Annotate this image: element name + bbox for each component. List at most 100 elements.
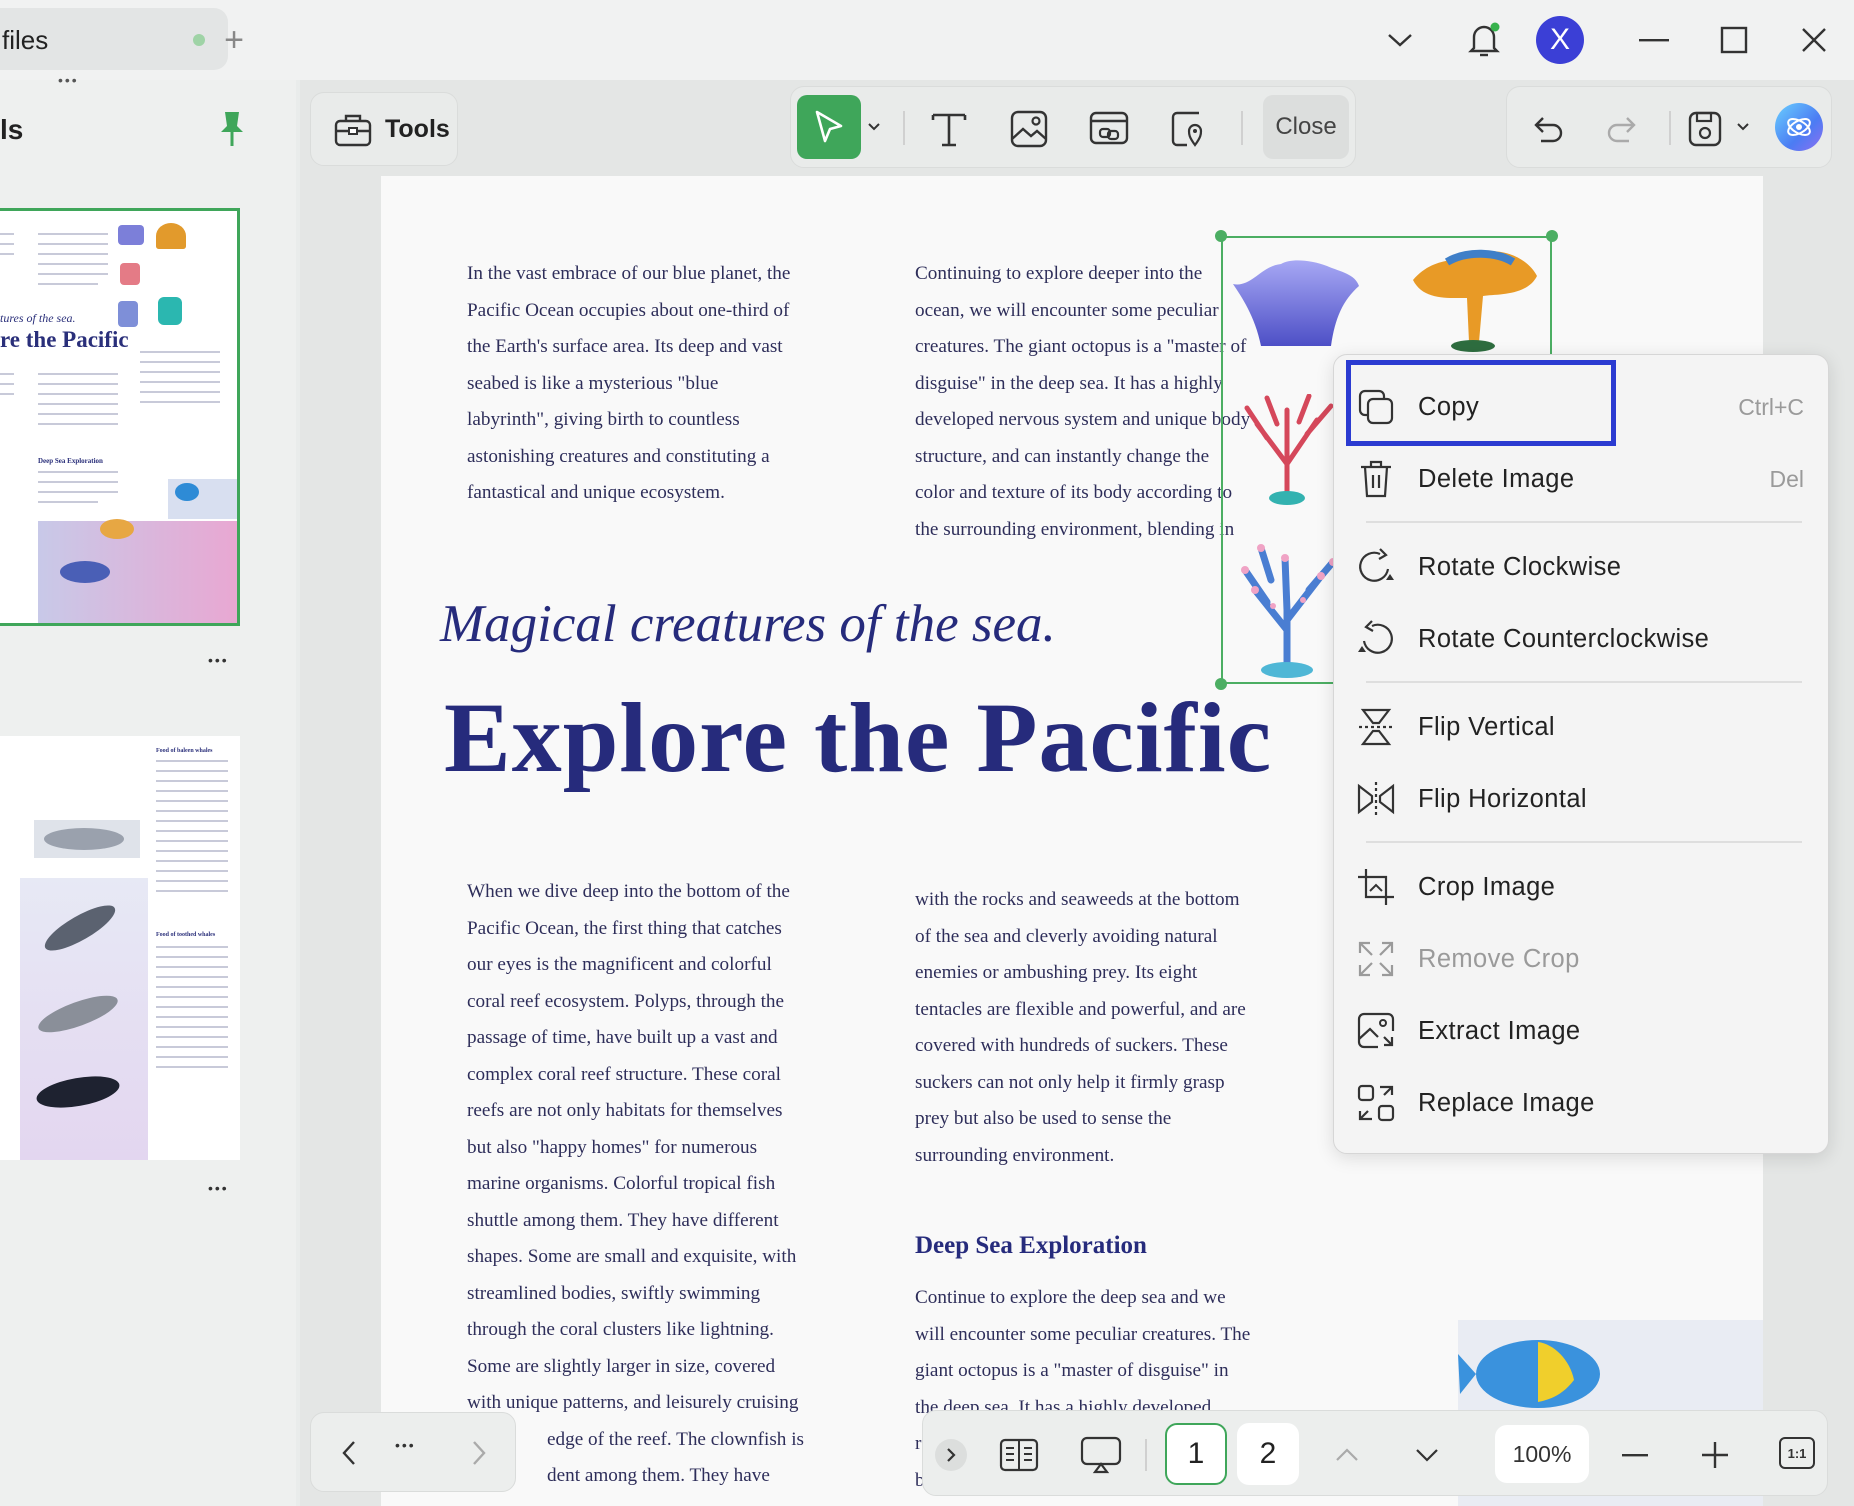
edit-toolbar: Close bbox=[790, 86, 1356, 168]
tab-list-dropdown[interactable] bbox=[1380, 20, 1420, 60]
ai-assistant-button[interactable] bbox=[1775, 103, 1823, 151]
undo-icon bbox=[1534, 117, 1563, 143]
close-window-button[interactable] bbox=[1794, 20, 1834, 60]
previous-page-button[interactable] bbox=[329, 1433, 369, 1473]
menu-item-rotate-clockwise[interactable]: Rotate Clockwise bbox=[1354, 535, 1814, 599]
menu-item-label: Extract Image bbox=[1418, 1016, 1581, 1045]
resize-handle-top-left[interactable] bbox=[1215, 230, 1227, 242]
cursor-arrow-icon bbox=[815, 110, 843, 143]
menu-item-remove-crop[interactable]: Remove Crop bbox=[1354, 927, 1814, 991]
menu-item-delete-image[interactable]: Delete Image Del bbox=[1354, 447, 1814, 511]
next-page-button[interactable] bbox=[459, 1433, 499, 1473]
menu-item-replace-image[interactable]: Replace Image bbox=[1354, 1071, 1814, 1135]
menu-item-flip-vertical[interactable]: Flip Vertical bbox=[1354, 695, 1814, 759]
add-image-button[interactable] bbox=[1005, 105, 1053, 153]
whale-shape bbox=[44, 828, 124, 850]
fish-shape-3 bbox=[100, 519, 134, 539]
thumbnail-2-more-button[interactable]: ••• bbox=[208, 1180, 229, 1196]
add-location-button[interactable] bbox=[1165, 105, 1213, 153]
select-tool-dropdown[interactable] bbox=[863, 115, 885, 139]
page-layout-button[interactable] bbox=[995, 1431, 1043, 1479]
thumb-section-heading: Deep Sea Exploration bbox=[38, 457, 103, 465]
menu-item-flip-horizontal[interactable]: Flip Horizontal bbox=[1354, 767, 1814, 831]
redo-button[interactable] bbox=[1599, 107, 1643, 151]
page-down-button[interactable] bbox=[1407, 1435, 1447, 1475]
page-title: Explore the Pacific bbox=[444, 682, 1273, 793]
toolbox-icon bbox=[334, 114, 372, 147]
map-pin-doc-icon bbox=[1171, 111, 1203, 147]
notifications-button[interactable] bbox=[1460, 16, 1508, 64]
pin-sidebar-button[interactable] bbox=[214, 106, 250, 150]
save-options-dropdown[interactable] bbox=[1733, 117, 1753, 137]
minimize-button[interactable] bbox=[1634, 20, 1674, 60]
section-subtitle: Magical creatures of the sea. bbox=[440, 595, 1056, 653]
thumb2-heading-1: Food of baleen whales bbox=[156, 748, 213, 754]
undo-button[interactable] bbox=[1527, 107, 1571, 151]
right-toolbar bbox=[1506, 86, 1832, 168]
book-layout-icon bbox=[999, 1438, 1039, 1472]
page-thumbnail-2[interactable]: Food of baleen whales Food of toothed wh… bbox=[0, 736, 240, 1160]
close-edit-label: Close bbox=[1275, 113, 1337, 140]
page-up-button[interactable] bbox=[1327, 1435, 1367, 1475]
coral-thumb-image-2 bbox=[120, 263, 140, 285]
thumbnail-1-more-button[interactable]: ••• bbox=[208, 652, 229, 668]
resize-handle-top-right[interactable] bbox=[1546, 230, 1558, 242]
select-tool-button[interactable] bbox=[797, 95, 861, 159]
close-edit-button[interactable]: Close bbox=[1263, 95, 1349, 159]
add-tab-button[interactable]: + bbox=[212, 18, 256, 62]
page-number: 2 bbox=[1259, 1437, 1277, 1470]
paragraph-coral-reef: When we dive deep into the bottom of the… bbox=[467, 881, 804, 1486]
link-icon bbox=[1089, 111, 1129, 145]
tab-label: files bbox=[2, 25, 49, 55]
toolbar-divider-4 bbox=[1145, 1439, 1147, 1471]
maximize-button[interactable] bbox=[1714, 20, 1754, 60]
title-bar: files + X bbox=[0, 0, 1854, 80]
copy-highlight-box bbox=[1346, 360, 1616, 446]
menu-item-extract-image[interactable]: Extract Image bbox=[1354, 999, 1814, 1063]
menu-separator bbox=[1366, 681, 1802, 683]
anemone-image bbox=[1231, 256, 1361, 348]
presentation-button[interactable] bbox=[1075, 1431, 1127, 1479]
sidebar-drag-handle[interactable]: ••• bbox=[58, 72, 79, 88]
menu-item-label: Rotate Clockwise bbox=[1418, 552, 1622, 581]
zoom-out-button[interactable] bbox=[1615, 1435, 1655, 1475]
menu-item-label: Flip Horizontal bbox=[1418, 784, 1587, 813]
zoom-value: 100% bbox=[1512, 1440, 1572, 1467]
pin-icon bbox=[221, 112, 243, 146]
menu-item-shortcut: Ctrl+C bbox=[1738, 393, 1804, 420]
minimize-icon bbox=[1639, 39, 1669, 42]
view-toolbar: 1 2 100% 1:1 bbox=[922, 1410, 1828, 1496]
minus-icon bbox=[1622, 1454, 1648, 1457]
red-coral-image bbox=[1237, 393, 1337, 506]
paragraph-intro: In the vast embrace of our blue planet, … bbox=[467, 263, 791, 503]
fish-shape bbox=[175, 483, 199, 501]
add-link-button[interactable] bbox=[1085, 105, 1133, 153]
page-thumbnail-1[interactable]: tures of the sea. re the Pacific Deep Se… bbox=[0, 208, 240, 626]
tools-button[interactable]: Tools bbox=[310, 92, 458, 166]
chevron-down-icon bbox=[1388, 34, 1412, 47]
ai-assistant-icon bbox=[1787, 118, 1811, 136]
add-text-button[interactable] bbox=[925, 105, 973, 153]
actual-size-label: 1:1 bbox=[1787, 1445, 1807, 1461]
page-1-button[interactable]: 1 bbox=[1165, 1423, 1227, 1485]
menu-item-label: Crop Image bbox=[1418, 872, 1556, 901]
zoom-level-field[interactable]: 100% bbox=[1495, 1425, 1589, 1483]
actual-size-button[interactable]: 1:1 bbox=[1779, 1437, 1815, 1469]
crop-icon bbox=[1358, 869, 1394, 905]
save-button[interactable] bbox=[1677, 105, 1733, 153]
more-button[interactable]: ••• bbox=[395, 1437, 416, 1453]
thumb-italic-title: tures of the sea. bbox=[0, 311, 76, 325]
menu-item-rotate-counterclockwise[interactable]: Rotate Counterclockwise bbox=[1354, 607, 1814, 671]
coral-thumb-image-3 bbox=[158, 297, 182, 325]
zoom-in-button[interactable] bbox=[1695, 1435, 1735, 1475]
app-window: files + X ••• ls tures of the sea. re th… bbox=[0, 0, 1854, 1506]
collapse-toolbar-button[interactable] bbox=[935, 1439, 967, 1471]
plus-icon: + bbox=[224, 20, 244, 59]
menu-item-crop-image[interactable]: Crop Image bbox=[1354, 855, 1814, 919]
page-2-button[interactable]: 2 bbox=[1237, 1423, 1299, 1485]
user-avatar[interactable]: X bbox=[1536, 16, 1584, 64]
chevron-left-icon bbox=[342, 1441, 355, 1465]
orange-coral-image bbox=[1407, 246, 1541, 352]
image-icon bbox=[1010, 110, 1048, 148]
document-tab[interactable]: files bbox=[0, 8, 228, 70]
